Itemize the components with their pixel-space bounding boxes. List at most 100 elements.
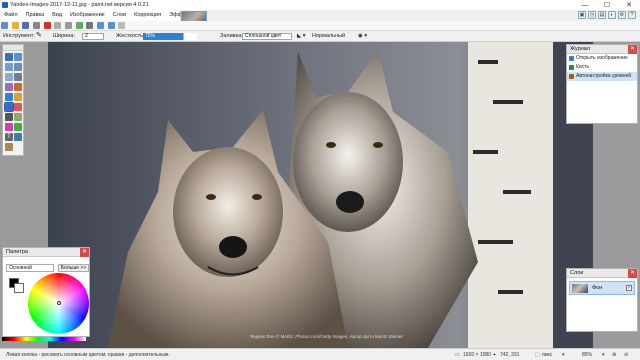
brush-history-icon bbox=[569, 65, 574, 70]
paste-icon[interactable] bbox=[65, 22, 73, 29]
layer-thumbnail bbox=[572, 284, 588, 293]
zoom-icon[interactable] bbox=[14, 73, 22, 81]
history-item[interactable]: Открыть изображение bbox=[567, 54, 637, 63]
layer-name: Фон bbox=[592, 285, 603, 291]
wolves-image bbox=[48, 42, 593, 348]
settings-icon[interactable]: ⚙ bbox=[618, 11, 626, 19]
clone-stamp-icon[interactable] bbox=[14, 113, 22, 121]
color-wheel-cursor[interactable] bbox=[57, 301, 61, 305]
brush-icon[interactable]: ✎ bbox=[36, 32, 42, 39]
width-field[interactable]: 2 bbox=[82, 33, 104, 40]
layers-panel: Слои ✕ Фон ✓ bbox=[566, 268, 638, 332]
deselect-icon[interactable] bbox=[86, 22, 94, 29]
palette-panel: Палитра ✕ Основной Больше >> bbox=[2, 247, 90, 337]
shapes-icon[interactable] bbox=[5, 143, 13, 151]
grid-icon[interactable] bbox=[118, 22, 126, 29]
levels-history-icon bbox=[569, 74, 574, 79]
menu-bar: Файл Правка Вид Изображение Слои Коррекц… bbox=[0, 10, 194, 21]
print-icon[interactable] bbox=[33, 22, 41, 29]
pan-icon[interactable] bbox=[14, 83, 22, 91]
layers-header[interactable]: Слои ✕ bbox=[567, 269, 637, 278]
unit-select[interactable]: пикс bbox=[542, 352, 552, 358]
menu-adjustments[interactable]: Коррекция bbox=[130, 10, 165, 21]
history-item-selected[interactable]: Автонастройка уровней bbox=[567, 72, 637, 81]
color-mode-select[interactable]: Основной bbox=[6, 264, 54, 272]
pencil-icon[interactable] bbox=[5, 113, 13, 121]
line-icon[interactable] bbox=[14, 133, 22, 141]
history-toggle-icon[interactable]: ◷ bbox=[588, 11, 596, 19]
paintbrush-icon[interactable] bbox=[4, 102, 14, 112]
menu-image[interactable]: Изображение bbox=[66, 10, 109, 21]
layers-toggle-icon[interactable]: ▤ bbox=[598, 11, 606, 19]
zoom-dropdown-icon[interactable]: ▾ bbox=[602, 352, 605, 358]
window-title: Yandex-Images-2017-12-11.jpg - paint.net… bbox=[10, 2, 149, 8]
redo-icon[interactable] bbox=[107, 22, 115, 29]
fill-select[interactable]: Сплошной цвет bbox=[242, 33, 292, 40]
close-history-icon[interactable]: ✕ bbox=[628, 45, 637, 54]
panel-toggles: ▣ ◷ ▤ ◐ ⚙ ? bbox=[578, 11, 636, 19]
hardness-slider[interactable]: 75% bbox=[143, 33, 197, 40]
tools-panel: T bbox=[2, 44, 24, 156]
gradient-icon[interactable] bbox=[14, 93, 22, 101]
alpha-icon[interactable]: ◉ ▾ bbox=[358, 33, 367, 40]
palette-title: Палитра bbox=[6, 249, 28, 255]
undo-icon[interactable] bbox=[97, 22, 105, 29]
hardness-value: 75% bbox=[145, 33, 156, 39]
select-rect-icon[interactable] bbox=[5, 53, 13, 61]
eraser-icon[interactable] bbox=[14, 103, 22, 111]
save-icon[interactable] bbox=[22, 22, 30, 29]
magic-wand-icon[interactable] bbox=[5, 83, 13, 91]
minimize-button[interactable]: — bbox=[574, 0, 596, 10]
text-icon[interactable]: T bbox=[5, 133, 13, 141]
width-label: Ширина: bbox=[53, 33, 75, 39]
cursor-coords: 742, 331 bbox=[500, 352, 520, 358]
close-button[interactable]: ✕ bbox=[618, 0, 640, 10]
move-icon[interactable] bbox=[14, 53, 22, 61]
crop-icon[interactable] bbox=[75, 22, 83, 29]
layer-visibility-checkbox[interactable]: ✓ bbox=[626, 285, 632, 291]
wolves-photo[interactable] bbox=[48, 42, 593, 348]
menu-edit[interactable]: Правка bbox=[22, 10, 49, 21]
secondary-color-swatch[interactable] bbox=[14, 283, 24, 293]
cut-icon[interactable] bbox=[43, 22, 51, 29]
help-icon[interactable]: ? bbox=[628, 11, 636, 19]
move-selection-icon[interactable] bbox=[14, 63, 22, 71]
history-header[interactable]: Журнал ✕ bbox=[567, 45, 637, 54]
menu-file[interactable]: Файл bbox=[0, 10, 22, 21]
more-button[interactable]: Больше >> bbox=[58, 264, 89, 272]
selection-icon: ⬚ bbox=[535, 352, 540, 358]
layer-row[interactable]: Фон ✓ bbox=[569, 281, 635, 295]
maximize-button[interactable]: ☐ bbox=[596, 0, 618, 10]
zoom-out-icon[interactable]: ⊖ bbox=[624, 352, 628, 358]
tools-toggle-icon[interactable]: ▣ bbox=[578, 11, 586, 19]
palette-toggle-icon[interactable]: ◐ bbox=[608, 11, 616, 19]
history-panel: Журнал ✕ Открыть изображение Кисть Автон… bbox=[566, 44, 638, 124]
blend-mode-select[interactable]: Нормальный bbox=[312, 33, 345, 40]
ellipse-select-icon[interactable] bbox=[5, 73, 13, 81]
menu-view[interactable]: Вид bbox=[48, 10, 66, 21]
close-layers-icon[interactable]: ✕ bbox=[628, 269, 637, 278]
paint-bucket-icon[interactable] bbox=[5, 93, 13, 101]
image-watermark: Яндекс.Фон © Moritz, Photos.com/Getty Im… bbox=[250, 334, 403, 339]
close-palette-icon[interactable]: ✕ bbox=[80, 248, 89, 257]
title-bar: Yandex-Images-2017-12-11.jpg - paint.net… bbox=[0, 0, 640, 10]
history-item-label: Автонастройка уровней bbox=[576, 73, 632, 79]
recolor-icon[interactable] bbox=[5, 123, 13, 131]
color-picker-icon[interactable] bbox=[14, 123, 22, 131]
zoom-in-icon[interactable]: ⊕ bbox=[612, 352, 616, 358]
open-icon[interactable] bbox=[11, 22, 19, 29]
new-icon[interactable] bbox=[1, 22, 8, 29]
lasso-icon[interactable] bbox=[5, 63, 13, 71]
fill-label: Заливка: bbox=[220, 33, 243, 39]
palette-color-strip[interactable] bbox=[2, 337, 86, 341]
history-item[interactable]: Кисть bbox=[567, 63, 637, 72]
antialias-icon[interactable]: ◣ ▾ bbox=[297, 33, 306, 40]
zoom-level[interactable]: 85% bbox=[582, 352, 592, 358]
copy-icon[interactable] bbox=[54, 22, 62, 29]
palette-header[interactable]: Палитра ✕ bbox=[3, 248, 89, 257]
zoom-menu-icon[interactable]: ▾ bbox=[562, 352, 565, 358]
menu-layers[interactable]: Слои bbox=[109, 10, 130, 21]
image-size-icon: ▭ bbox=[455, 352, 460, 358]
tools-panel-header[interactable] bbox=[3, 45, 23, 51]
layers-title: Слои bbox=[570, 270, 584, 276]
